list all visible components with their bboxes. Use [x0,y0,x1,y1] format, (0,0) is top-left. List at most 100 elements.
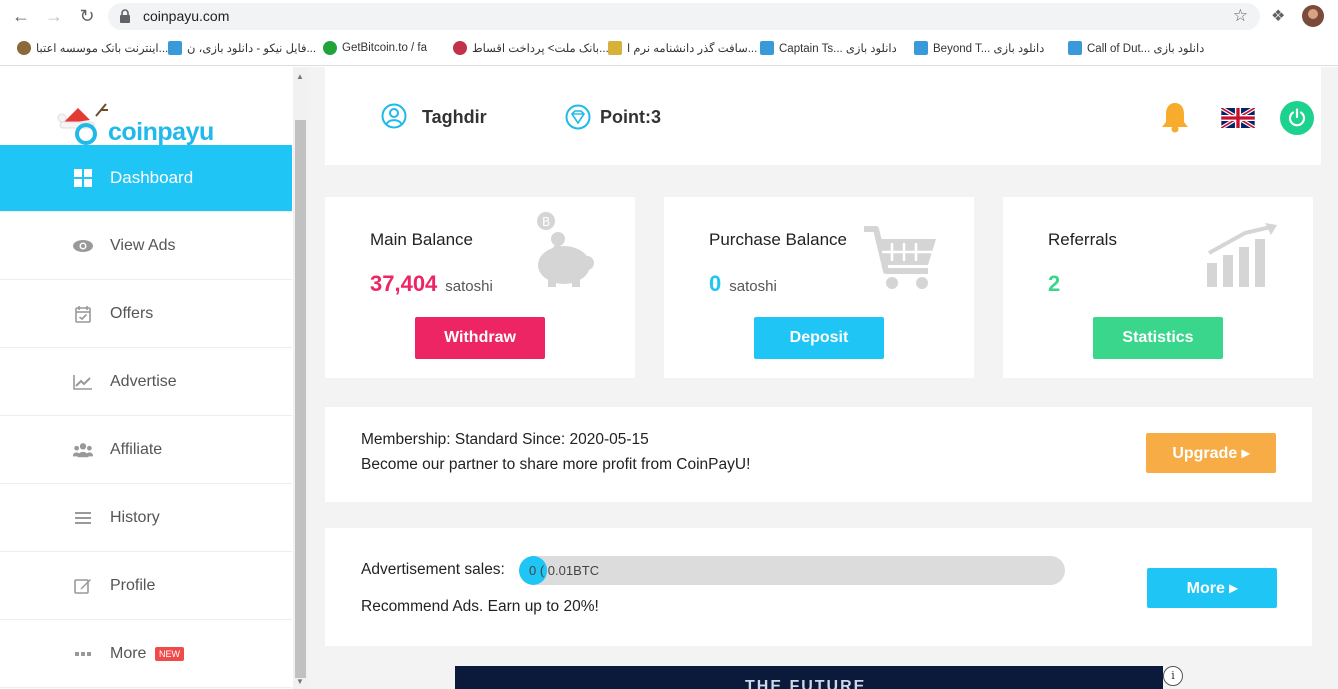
bookmark-favicon-icon [914,41,928,55]
points-label: Point:3 [600,107,661,127]
scroll-down-arrow-icon[interactable]: ▼ [296,677,304,686]
extensions-icon[interactable]: ❖ [1271,6,1285,26]
sidebar-item-more[interactable]: More NEW [0,621,292,688]
logo-text: coinpayu [108,118,214,146]
bookmark-item[interactable]: بانک ملت> پرداخت اقساط... [448,41,609,55]
bookmark-item[interactable]: فایل نیکو - دانلود بازی، ن... [163,41,316,55]
bookmark-item[interactable]: اینترنت بانک موسسه اعتبا... [12,41,168,55]
ad-sales-progress-bar: 0 ( 0.01BTC [519,556,1065,585]
scrollbar-thumb[interactable] [295,120,306,678]
unit-label: satoshi [445,278,493,295]
profile-avatar[interactable] [1302,5,1324,27]
dashboard-icon [73,168,93,188]
bookmark-item[interactable]: سافت گذر دانشنامه نرم ا... [603,41,757,55]
referrals-value: 2 [1048,271,1061,296]
username[interactable]: Taghdir [422,107,487,128]
top-header: Taghdir Point:3 [325,67,1321,165]
sidebar-item-label: Affiliate [110,441,163,458]
membership-status: Membership: Standard Since: 2020-05-15 [361,431,649,448]
more-button[interactable]: More ▸ [1147,568,1277,608]
diamond-icon [565,104,591,130]
sidebar-item-label: Dashboard [110,168,194,187]
eye-icon [73,236,93,256]
sidebar: coinpayu Dashboard View Ads Offers Adver… [0,67,293,689]
dots-icon [73,644,93,664]
edit-icon [73,576,93,596]
progress-text: 0 ( 0.01BTC [529,563,600,578]
main-content: Taghdir Point:3 Main Balance 37,404 sato… [308,67,1338,689]
bookmark-item[interactable]: Call of Dut... دانلود بازی [1063,41,1204,55]
bookmark-favicon-icon [17,41,31,55]
list-icon [73,508,93,528]
sidebar-item-label: More [110,645,147,662]
address-bar[interactable]: coinpayu.com ☆ [108,3,1260,30]
main-balance-value: 37,404 satoshi [370,271,493,296]
sidebar-item-label: Profile [110,577,156,594]
withdraw-button[interactable]: Withdraw [415,317,545,359]
chart-line-icon [73,372,93,392]
bookmark-item[interactable]: Beyond T... دانلود بازی [909,41,1044,55]
new-badge: NEW [155,647,184,661]
purchase-balance-value: 0 satoshi [709,271,777,296]
sidebar-scrollbar[interactable]: ▲ ▼ [293,67,308,689]
calendar-check-icon [73,304,93,324]
ad-sales-panel: Advertisement sales: 0 ( 0.01BTC Recomme… [325,528,1312,646]
bookmarks-bar: اینترنت بانک موسسه اعتبا... فایل نیکو - … [0,33,1338,66]
sidebar-item-advertise[interactable]: Advertise [0,349,292,416]
main-balance-card: Main Balance 37,404 satoshi B Withdraw [325,197,635,378]
url-text: coinpayu.com [143,8,230,24]
forward-icon[interactable]: → [42,4,66,28]
bookmark-favicon-icon [1068,41,1082,55]
back-icon[interactable]: ← [9,4,33,28]
ad-banner-text: THE FUTURE [745,678,867,689]
coinpayu-logo[interactable]: coinpayu [56,102,226,146]
sidebar-item-label: Offers [110,305,154,322]
growth-chart-icon [1207,223,1277,287]
sidebar-item-label: View Ads [110,237,176,254]
upgrade-button[interactable]: Upgrade ▸ [1146,433,1276,473]
shopping-cart-icon [864,226,936,289]
referrals-card: Referrals 2 Statistics [1003,197,1313,378]
membership-panel: Membership: Standard Since: 2020-05-15 B… [325,407,1312,502]
browser-toolbar: ← → ↻ coinpayu.com ☆ ❖ [0,0,1338,33]
svg-text:B: B [542,215,550,229]
lock-icon [120,9,130,23]
sidebar-item-view-ads[interactable]: View Ads [0,213,292,280]
unit-label: satoshi [729,278,777,295]
user-circle-icon [381,103,407,129]
power-icon [1288,108,1306,127]
bookmark-favicon-icon [608,41,622,55]
sidebar-item-affiliate[interactable]: Affiliate [0,417,292,484]
card-title: Main Balance [370,230,474,249]
santa-hat-logo-icon [57,103,108,145]
users-icon [73,440,93,460]
ad-banner[interactable]: THE FUTURE [455,666,1163,689]
bookmark-favicon-icon [323,41,337,55]
bookmark-favicon-icon [760,41,774,55]
sidebar-item-dashboard[interactable]: Dashboard [0,145,292,212]
bookmark-star-icon[interactable]: ☆ [1233,6,1248,26]
uk-flag-icon[interactable] [1221,108,1255,128]
sidebar-item-profile[interactable]: Profile [0,553,292,620]
power-logout-button[interactable] [1280,101,1314,135]
sidebar-item-offers[interactable]: Offers [0,281,292,348]
statistics-button[interactable]: Statistics [1093,317,1223,359]
recommend-ads-text: Recommend Ads. Earn up to 20%! [361,598,599,615]
bell-icon[interactable] [1160,101,1190,133]
piggy-bank-icon: B [537,212,594,287]
bookmark-item[interactable]: Captain Ts... دانلود بازی [755,41,897,55]
reload-icon[interactable]: ↻ [75,4,99,28]
bookmark-favicon-icon [168,41,182,55]
scroll-up-arrow-icon[interactable]: ▲ [296,72,304,81]
purchase-balance-card: Purchase Balance 0 satoshi Deposit [664,197,974,378]
bookmark-item[interactable]: GetBitcoin.to / fa [318,41,427,55]
partner-message: Become our partner to share more profit … [361,456,751,473]
bookmark-favicon-icon [453,41,467,55]
sidebar-item-label: Advertise [110,373,177,390]
ad-sales-label: Advertisement sales: [361,561,505,578]
sidebar-item-history[interactable]: History [0,485,292,552]
sidebar-item-label: History [110,509,160,526]
card-title: Referrals [1048,230,1117,249]
ad-info-icon[interactable]: i [1163,666,1183,686]
deposit-button[interactable]: Deposit [754,317,884,359]
